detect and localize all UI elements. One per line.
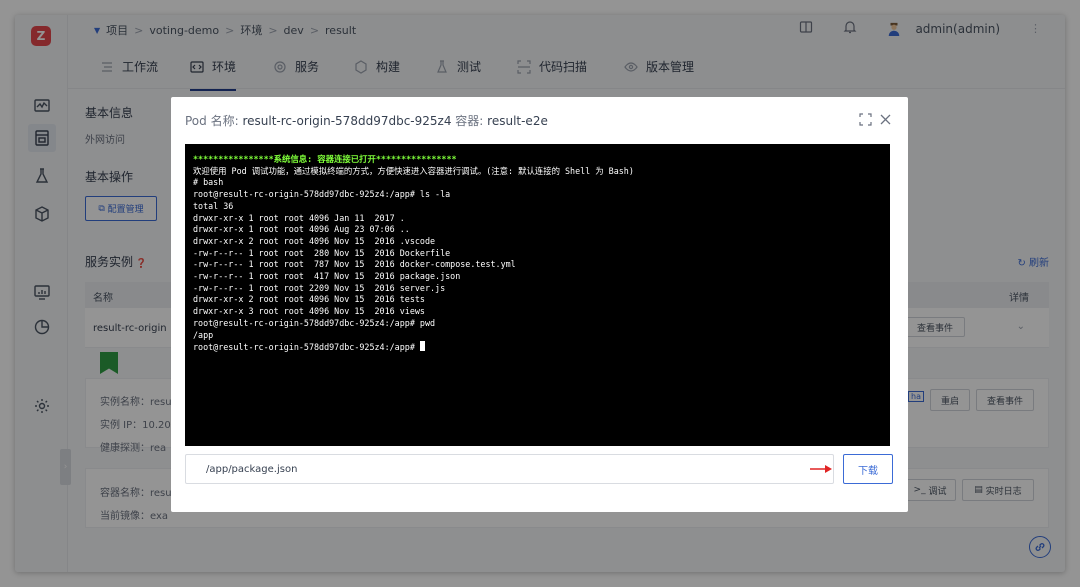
terminal-line: root@result-rc-origin-578dd97dbc-925z4:/… [193,342,420,353]
terminal-line: drwxr-xr-x 2 root root 4096 Nov 15 2016 … [193,294,425,305]
terminal-line: root@result-rc-origin-578dd97dbc-925z4:/… [193,317,436,328]
terminal-line: -rw-r--r-- 1 root root 280 Nov 15 2016 D… [193,247,451,258]
close-icon[interactable] [877,111,893,127]
terminal-line: -rw-r--r-- 1 root root 2209 Nov 15 2016 … [193,282,446,293]
pod-name-label: Pod 名称: [185,114,243,128]
arrow-right-icon [810,465,832,473]
download-button[interactable]: 下载 [843,454,893,484]
container-label: 容器: [451,114,488,128]
container-value: result-e2e [487,114,548,128]
terminal-line: drwxr-xr-x 3 root root 4096 Nov 15 2016 … [193,306,425,317]
terminal-line: -rw-r--r-- 1 root root 787 Nov 15 2016 d… [193,259,516,270]
terminal-cursor [419,341,425,352]
terminal-line: -rw-r--r-- 1 root root 417 Nov 15 2016 p… [193,271,461,282]
terminal-line: drwxr-xr-x 1 root root 4096 Jan 11 2017 … [193,212,405,223]
pod-name-value: result-rc-origin-578dd97dbc-925z4 [242,114,452,128]
terminal-line: # bash [193,177,224,188]
terminal-line: drwxr-xr-x 1 root root 4096 Aug 23 07:06… [193,224,410,235]
terminal-system-line: ****************系统信息: 容器连接已打开***********… [193,154,457,164]
pod-debug-modal: Pod 名称: result-rc-origin-578dd97dbc-925z… [171,97,908,512]
terminal-output[interactable]: ****************系统信息: 容器连接已打开***********… [185,144,890,446]
terminal-line: 欢迎使用 Pod 调试功能，通过模拟终端的方式，方便快速进入容器进行调试。(注意… [193,165,634,176]
terminal-line: /app [193,329,214,340]
modal-title: Pod 名称: result-rc-origin-578dd97dbc-925z… [185,112,548,129]
terminal-line: total 36 [193,200,234,211]
fullscreen-icon[interactable] [857,111,873,127]
download-path-input[interactable] [185,454,834,484]
terminal-line: drwxr-xr-x 2 root root 4096 Nov 15 2016 … [193,235,436,246]
terminal-line: root@result-rc-origin-578dd97dbc-925z4:/… [193,189,451,200]
